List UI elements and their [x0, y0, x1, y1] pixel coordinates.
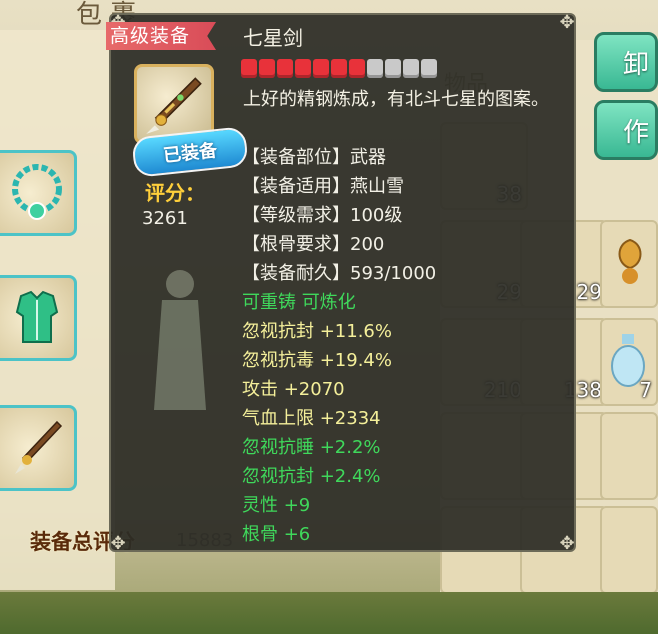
equip-slot-weapon[interactable] — [0, 405, 77, 491]
item-name: 七星剑 — [243, 26, 303, 50]
star-filled — [259, 59, 275, 78]
gold-ornament-icon — [618, 238, 642, 284]
attribute-row: 忽视抗封 +11.6% — [242, 321, 392, 342]
inventory-cell[interactable] — [600, 220, 658, 308]
item-score-value: 3261 — [142, 208, 188, 229]
inventory-cell[interactable]: 7 — [600, 318, 658, 406]
attribute-list: 【装备部位】武器 【装备适用】燕山雪 【等级需求】100级 【根骨要求】200 【装备耐… — [242, 143, 436, 549]
item-score-label: 评分： — [145, 181, 205, 205]
corner-ornament-icon: ✥ — [559, 11, 575, 33]
star-empty — [421, 59, 437, 78]
corner-ornament-icon: ✥ — [559, 532, 575, 554]
item-count: 29 — [576, 280, 602, 304]
corner-ornament-icon: ✥ — [110, 532, 126, 554]
item-description: 上好的精钢炼成，有北斗七星的图案。 — [243, 89, 549, 110]
inventory-cell[interactable] — [600, 506, 658, 594]
attribute-row: 【装备适用】燕山雪 — [242, 176, 404, 197]
star-filled — [349, 59, 365, 78]
star-filled — [277, 59, 293, 78]
sword-icon — [146, 77, 202, 134]
character-silhouette — [154, 270, 206, 410]
star-empty — [403, 59, 419, 78]
quality-tag: 高级装备 — [106, 22, 217, 50]
attribute-row: 可重铸 可炼化 — [242, 292, 356, 313]
inventory-cell[interactable] — [600, 412, 658, 500]
armor-icon — [15, 290, 59, 343]
attribute-row: 【装备耐久】593/1000 — [242, 263, 437, 284]
star-filled — [331, 59, 347, 78]
item-count: 7 — [639, 378, 652, 402]
necklace-icon — [12, 164, 62, 220]
equip-slot-armor[interactable] — [0, 275, 77, 361]
attribute-row: 忽视抗毒 +19.4% — [242, 350, 392, 371]
attribute-row: 根骨 +6 — [242, 524, 311, 545]
star-rating — [241, 59, 437, 78]
star-filled — [313, 59, 329, 78]
star-empty — [385, 59, 401, 78]
attribute-row: 气血上限 +2334 — [242, 408, 381, 429]
unequip-button[interactable]: 卸 — [594, 32, 658, 92]
attribute-row: 忽视抗封 +2.4% — [242, 466, 381, 487]
sword-icon — [15, 420, 63, 474]
attribute-row: 灵性 +9 — [242, 495, 311, 516]
equip-slot-necklace[interactable] — [0, 150, 77, 236]
attribute-row: 忽视抗睡 +2.2% — [242, 437, 381, 458]
attribute-row: 【根骨要求】200 — [242, 234, 385, 255]
attribute-row: 【装备部位】武器 — [242, 147, 386, 168]
attribute-row: 攻击 +2070 — [242, 379, 345, 400]
attribute-row: 【等级需求】100级 — [242, 205, 403, 226]
star-empty — [367, 59, 383, 78]
ground-strip — [0, 592, 658, 634]
action-button[interactable]: 作 — [594, 100, 658, 160]
star-filled — [241, 59, 257, 78]
star-filled — [295, 59, 311, 78]
